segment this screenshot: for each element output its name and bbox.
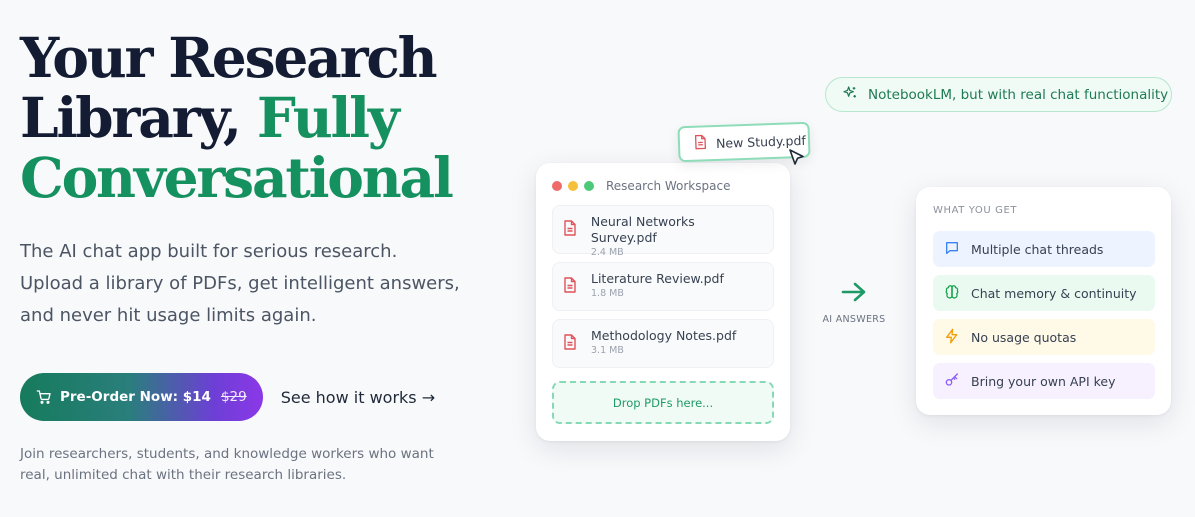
research-workspace-card: Research Workspace Neural Networks Surve… <box>536 163 790 441</box>
hero-subtitle: The AI chat app built for serious resear… <box>20 241 460 326</box>
file-name: Literature Review.pdf <box>591 271 724 286</box>
pdf-file-icon <box>563 277 579 297</box>
preorder-label: Pre-Order Now: $14 <box>60 389 211 405</box>
feature-list: Multiple chat threads Chat memory & cont… <box>933 231 1155 407</box>
hero-title-line3: Conversational <box>20 145 454 210</box>
feature-item: Bring your own API key <box>933 363 1155 399</box>
hero-title: Your Research Library, Fully Conversatio… <box>20 28 490 208</box>
pdf-file-icon <box>563 334 579 354</box>
arrow-right-icon <box>840 280 868 308</box>
workspace-header: Research Workspace <box>536 163 790 193</box>
file-size: 1.8 MB <box>591 288 624 299</box>
hero-title-line1: Your Research <box>20 25 438 90</box>
feature-item: Multiple chat threads <box>933 231 1155 267</box>
file-name: Neural Networks Survey.pdf <box>590 214 695 245</box>
key-icon <box>944 372 971 391</box>
file-item[interactable]: Literature Review.pdf 1.8 MB <box>552 262 774 311</box>
pdf-dropzone[interactable]: Drop PDFs here... <box>552 381 774 424</box>
preorder-button[interactable]: Pre-Order Now: $14 $29 <box>20 373 263 421</box>
pdf-file-icon <box>694 134 717 153</box>
file-size: 3.1 MB <box>591 345 624 356</box>
file-name: Methodology Notes.pdf <box>591 328 737 343</box>
hero-section: Your Research Library, Fully Conversatio… <box>20 28 490 483</box>
chat-bubble-icon <box>944 240 971 259</box>
hero-title-accent: Fully <box>256 85 400 150</box>
feature-label: Multiple chat threads <box>971 241 1104 257</box>
feature-label: Bring your own API key <box>971 373 1116 389</box>
pill-text: NotebookLM, but with real chat functiona… <box>868 86 1169 103</box>
file-size: 2.4 MB <box>590 247 624 258</box>
cta-row: Pre-Order Now: $14 $29 See how it works … <box>20 373 435 421</box>
old-price: $29 <box>220 389 247 405</box>
feature-item: Chat memory & continuity <box>933 275 1155 311</box>
lightning-icon <box>944 328 971 347</box>
window-minimize-dot <box>568 181 578 191</box>
join-text: Join researchers, students, and knowledg… <box>20 446 434 483</box>
see-how-it-works-link[interactable]: See how it works → <box>281 388 435 407</box>
notebooklm-pill: NotebookLM, but with real chat functiona… <box>825 77 1172 112</box>
feature-label: Chat memory & continuity <box>971 285 1137 301</box>
feature-item: No usage quotas <box>933 319 1155 355</box>
cart-icon <box>36 389 52 405</box>
mouse-cursor-icon <box>787 148 807 172</box>
sparkles-icon <box>842 85 868 105</box>
file-item[interactable]: Methodology Notes.pdf 3.1 MB <box>552 319 774 368</box>
features-title: WHAT YOU GET <box>933 205 1018 216</box>
window-maximize-dot <box>584 181 594 191</box>
pdf-file-icon <box>563 220 579 240</box>
hero-title-line2: Library, <box>20 85 257 150</box>
features-card: WHAT YOU GET Multiple chat threads Chat … <box>916 187 1171 415</box>
file-item[interactable]: Neural Networks Survey.pdf 2.4 MB <box>552 205 774 258</box>
brain-icon <box>944 284 971 303</box>
file-list: Neural Networks Survey.pdf 2.4 MB Litera… <box>552 205 774 376</box>
window-close-dot <box>552 181 562 191</box>
feature-label: No usage quotas <box>971 329 1077 345</box>
workspace-title: Research Workspace <box>606 179 731 193</box>
ai-answers-label: AI ANSWERS <box>822 314 886 325</box>
